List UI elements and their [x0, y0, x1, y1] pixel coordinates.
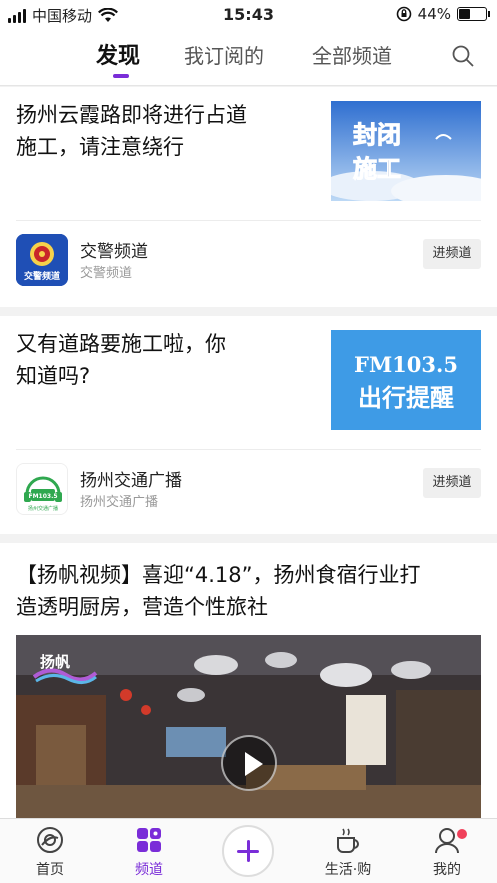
- video-player[interactable]: 扬帆: [16, 635, 481, 825]
- news-title[interactable]: 又有道路要施工啦，你 知道吗?: [16, 328, 226, 392]
- bottom-tab-label: 首页: [36, 862, 64, 878]
- battery-percent: 44%: [417, 5, 451, 23]
- coffee-icon: [337, 828, 359, 853]
- svg-text:交警频道: 交警频道: [24, 270, 60, 282]
- news-card[interactable]: 又有道路要施工啦，你 知道吗? FM103.5 出行提醒 FM103.5 扬州交…: [0, 316, 497, 534]
- svg-text:封闭: 封闭: [353, 120, 401, 149]
- channel-logo[interactable]: 交警频道: [16, 234, 68, 286]
- video-card[interactable]: 【扬帆视频】喜迎“4.18”，扬州食宿行业打 造透明厨房，营造个性旅社 扬帆: [0, 543, 497, 825]
- channel-name[interactable]: 交警频道: [80, 237, 148, 262]
- news-thumbnail[interactable]: 封闭 施工: [331, 101, 481, 201]
- sail-logo-icon: 扬帆: [32, 653, 98, 684]
- news-title-line: 又有道路要施工啦，你: [16, 332, 226, 356]
- bottom-tab-label: 我的: [433, 862, 461, 878]
- search-icon[interactable]: [451, 44, 475, 68]
- bottom-tab-profile[interactable]: 我的: [407, 825, 487, 879]
- news-title-line: 施工，请注意绕行: [16, 135, 184, 159]
- bottom-tab-home[interactable]: 首页: [10, 825, 90, 879]
- video-logo: 扬帆: [30, 647, 100, 687]
- tab-discover[interactable]: 发现: [96, 38, 140, 70]
- channel-name[interactable]: 扬州交通广播: [80, 466, 182, 491]
- video-title-line: 造透明厨房，营造个性旅社: [16, 595, 268, 619]
- bottom-tab-life[interactable]: 生活·购: [308, 825, 388, 879]
- svg-text:FM103.5: FM103.5: [354, 352, 458, 377]
- news-title[interactable]: 扬州云霞路即将进行占道 施工，请注意绕行: [16, 99, 247, 163]
- channel-subtitle: 交警频道: [80, 266, 133, 281]
- tab-subscribed[interactable]: 我订阅的: [184, 40, 264, 69]
- video-title-line: 【扬帆视频】喜迎“4.18”，扬州食宿行业打: [16, 563, 421, 587]
- police-badge-icon: 交警频道: [16, 234, 68, 286]
- divider: [16, 220, 481, 221]
- news-thumbnail[interactable]: FM103.5 出行提醒: [331, 330, 481, 430]
- bottom-tab-label: 频道: [135, 862, 163, 878]
- bottom-tab-label: 生活·购: [324, 862, 372, 878]
- news-title-line: 扬州云霞路即将进行占道: [16, 103, 247, 127]
- fm-reminder-image: FM103.5 出行提醒: [331, 330, 481, 430]
- notification-dot: [457, 829, 467, 839]
- top-nav: 发现 我订阅的 全部频道: [0, 30, 497, 86]
- svg-text:扬帆: 扬帆: [40, 653, 70, 671]
- bottom-tab-bar: 首页 频道 生活·购 我的: [0, 818, 497, 883]
- status-right: 44%: [396, 5, 490, 23]
- bottom-tab-channels[interactable]: 频道: [109, 825, 189, 879]
- rotation-lock-icon: [396, 6, 411, 22]
- enter-channel-button[interactable]: 进频道: [423, 468, 481, 498]
- play-button[interactable]: [221, 735, 277, 791]
- radio-logo-icon: FM103.5 扬州交通广播: [17, 464, 67, 514]
- enter-channel-button[interactable]: 进频道: [423, 239, 481, 269]
- svg-text:扬州交通广播: 扬州交通广播: [28, 505, 58, 512]
- construction-closed-image: 封闭 施工: [331, 101, 481, 201]
- active-tab-indicator: [113, 74, 129, 78]
- home-icon: [37, 827, 63, 853]
- video-title[interactable]: 【扬帆视频】喜迎“4.18”，扬州食宿行业打 造透明厨房，营造个性旅社: [16, 559, 421, 623]
- add-button[interactable]: [222, 825, 274, 877]
- status-bar: 中国移动 15:43 44%: [0, 0, 497, 30]
- battery-icon: [457, 7, 490, 21]
- svg-text:FM103.5: FM103.5: [28, 493, 57, 500]
- svg-text:出行提醒: 出行提醒: [358, 384, 454, 412]
- channel-subtitle: 扬州交通广播: [80, 495, 159, 510]
- news-card[interactable]: 扬州云霞路即将进行占道 施工，请注意绕行 封闭 施工 交警频道 交警频道 交警频…: [0, 87, 497, 307]
- channel-logo[interactable]: FM103.5 扬州交通广播: [16, 463, 68, 515]
- news-title-line: 知道吗?: [16, 364, 91, 388]
- channels-icon: [137, 828, 161, 852]
- divider: [16, 449, 481, 450]
- svg-text:施工: 施工: [353, 154, 401, 183]
- tab-all-channels[interactable]: 全部频道: [312, 40, 392, 69]
